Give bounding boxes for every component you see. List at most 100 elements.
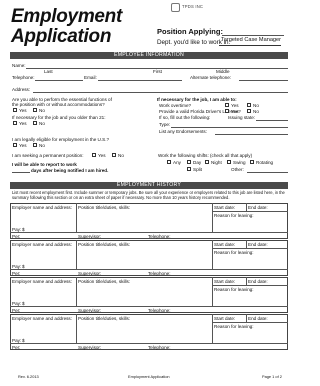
shifts-label: Work the following shifts: (check all th… (158, 153, 253, 158)
address-label: Address: (12, 87, 31, 92)
employer-divider-c-1 (246, 203, 247, 211)
license-yes-checkbox[interactable] (225, 109, 229, 113)
issuing-state-field[interactable] (256, 120, 288, 121)
pay-field-1[interactable] (25, 231, 73, 233)
employer-divider-c-4 (246, 314, 247, 322)
employer-divider-b-3 (212, 277, 213, 306)
age-no-checkbox[interactable] (33, 121, 37, 125)
pay-label-2: Pay: (12, 264, 22, 269)
eligible-question: I am legally eligible for employment in … (12, 137, 110, 142)
reason-leaving-label-3: Reason for leaving: (214, 287, 254, 292)
employer-name-label-1: Employer name and address: (12, 205, 73, 210)
per-label-1: Per: (12, 234, 21, 239)
permanent-yes-checkbox[interactable] (92, 153, 96, 157)
eligible-yes-checkbox[interactable] (13, 143, 17, 147)
employer-date-rule-2 (212, 248, 288, 249)
age-question: If necessary for the job and you older t… (12, 115, 106, 120)
section-bar-employee-info: EMPLOYEE INFORMATION (10, 52, 288, 59)
pay-label-3: Pay: (12, 301, 22, 306)
license-no-checkbox[interactable] (247, 109, 251, 113)
age-yes-checkbox[interactable] (13, 121, 17, 125)
per-label-4: Per: (12, 345, 21, 350)
employer-name-label-2: Employer name and address: (12, 242, 73, 247)
endorsements-label: List any Endorsements: (159, 129, 208, 134)
employer-divider-b-2 (212, 240, 213, 269)
reason-leaving-label-4: Reason for leaving: (214, 324, 254, 329)
reason-leaving-label-1: Reason for leaving: (214, 213, 254, 218)
end-date-label-3: End date: (248, 279, 268, 284)
permanent-no-checkbox[interactable] (112, 153, 116, 157)
employer-divider-c-2 (246, 240, 247, 248)
shift-any-label: Any (173, 160, 181, 165)
employer-divider-c-3 (246, 277, 247, 285)
shift-split-label: Split (193, 167, 202, 172)
overtime-yes-checkbox[interactable] (225, 103, 229, 107)
permanent-yes-label: Yes (98, 153, 106, 158)
shift-split-checkbox[interactable] (187, 167, 191, 171)
endorsements-field[interactable] (215, 134, 288, 135)
alt-telephone-field[interactable] (239, 80, 288, 81)
end-date-label-4: End date: (248, 316, 268, 321)
shift-rotating-checkbox[interactable] (250, 160, 254, 164)
reason-leaving-label-2: Reason for leaving: (214, 250, 254, 255)
start-date-label-1: Start date: (214, 205, 236, 210)
pay-field-3[interactable] (25, 305, 73, 307)
start-date-label-3: Start date: (214, 279, 236, 284)
type-label: Type: (159, 122, 171, 127)
employment-application-page: Employment Application TPDS INC Position… (0, 0, 298, 386)
essential-yes-label: Yes (19, 108, 27, 113)
footer-page: Page 1 of 2 (262, 374, 282, 379)
dept-field[interactable]: Targeted Case Manager (219, 36, 281, 46)
position-title-label-2: Position title/duties, skills: (78, 242, 131, 247)
telephone-label-1: Telephone: (148, 234, 171, 239)
overtime-no-checkbox[interactable] (247, 103, 251, 107)
footer-document: Employment Application (128, 374, 170, 379)
pay-label-1: Pay: (12, 227, 22, 232)
alt-telephone-label: Alternate telephone: (190, 75, 232, 80)
telephone-field[interactable] (35, 80, 83, 81)
eligible-no-checkbox[interactable] (33, 143, 37, 147)
email-field[interactable] (98, 80, 182, 81)
first-label: First (153, 69, 162, 74)
essential-yes-checkbox[interactable] (13, 108, 17, 112)
report-to-work-line1: I will be able to report to work (12, 162, 77, 167)
license-yes-label: Yes (231, 109, 239, 114)
position-title-label-3: Position title/duties, skills: (78, 279, 131, 284)
shift-any-checkbox[interactable] (167, 160, 171, 164)
email-label: Email: (84, 75, 97, 80)
pay-field-2[interactable] (25, 268, 73, 270)
shift-night-checkbox[interactable] (205, 160, 209, 164)
employer-name-label-3: Employer name and address: (12, 279, 73, 284)
telephone-label-2: Telephone: (148, 271, 171, 276)
shift-swing-checkbox[interactable] (227, 160, 231, 164)
eligible-no-label: No (39, 143, 45, 148)
report-to-work-line2: days after being notified I am hired. (31, 168, 109, 173)
section-bar-employment-history: EMPLOYMENT HISTORY (10, 182, 288, 189)
name-label: Name: (12, 63, 26, 68)
employer-divider-b-1 (212, 203, 213, 232)
employer-divider-a-4 (76, 314, 77, 343)
type-field[interactable] (171, 127, 288, 128)
report-days-field[interactable] (12, 172, 30, 173)
essential-no-checkbox[interactable] (33, 108, 37, 112)
essential-no-label: No (39, 108, 45, 113)
logo-mark-icon (171, 3, 180, 12)
license-no-label: No (253, 109, 259, 114)
telephone-label-4: Telephone: (148, 345, 171, 350)
pay-field-4[interactable] (25, 342, 73, 344)
pay-label-4: Pay: (12, 338, 22, 343)
position-applying-label: Position Applying: (157, 27, 223, 36)
position-title-label-4: Position title/duties, skills: (78, 316, 131, 321)
shift-day-checkbox[interactable] (187, 160, 191, 164)
employer-divider-b-4 (212, 314, 213, 343)
employer-divider-a-3 (76, 277, 77, 306)
address-field[interactable] (33, 92, 288, 93)
shift-other-field[interactable] (247, 172, 288, 173)
overtime-label: Work overtime? (159, 103, 192, 108)
supervisor-label-3: Supervisor: (78, 308, 102, 313)
end-date-label-1: End date: (248, 205, 268, 210)
per-label-2: Per: (12, 271, 21, 276)
overtime-no-label: No (253, 103, 259, 108)
title-application: Application (11, 26, 112, 47)
employer-divider-a-2 (76, 240, 77, 269)
